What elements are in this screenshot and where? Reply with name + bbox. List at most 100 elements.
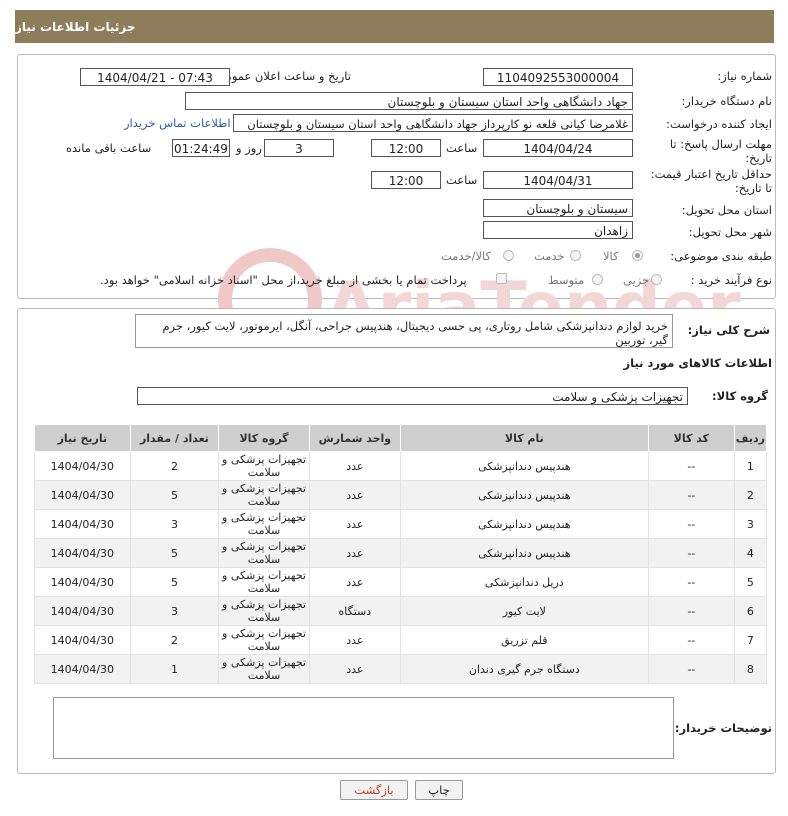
table-row: 1 -- هندپیس دندانپزشکی عدد تجهیزات پزشکی و س… bbox=[34, 451, 768, 481]
row-code: -- bbox=[647, 567, 735, 597]
table-row: 6 -- لایت کیور دستگاه تجهیزات پزشکی و سلامت 3… bbox=[34, 596, 768, 626]
process-radio-minor[interactable] bbox=[651, 274, 662, 285]
page-title: جزئیات اطلاعات نیاز bbox=[15, 19, 136, 34]
category-radio-goods-service[interactable] bbox=[503, 250, 514, 261]
row-group: تجهیزات پزشکی و سلامت bbox=[218, 538, 310, 568]
row-qty: 5 bbox=[129, 567, 220, 597]
row-group: تجهیزات پزشکی و سلامت bbox=[218, 451, 310, 481]
announce-field: 1404/04/21 - 07:43 bbox=[80, 68, 230, 86]
table-row: 7 -- قلم تزریق عدد تجهیزات پزشکی و سلامت 2 140… bbox=[34, 625, 768, 655]
table-row: 4 -- هندپیس دندانپزشکی عدد تجهیزات پزشکی و س… bbox=[34, 538, 768, 568]
row-unit: عدد bbox=[308, 480, 401, 510]
creator-label: ایجاد کننده درخواست: bbox=[666, 117, 772, 131]
row-qty: 5 bbox=[129, 480, 220, 510]
row-name: هندپیس دندانپزشکی bbox=[399, 451, 649, 481]
row-date: 1404/04/30 bbox=[34, 654, 131, 684]
row-idx: 4 bbox=[733, 538, 768, 568]
row-name: هندپیس دندانپزشکی bbox=[399, 538, 649, 568]
col-date: تاریخ نیاز bbox=[34, 424, 131, 452]
row-idx: 5 bbox=[733, 567, 768, 597]
creator-field: غلامرضا کیانی قلعه نو کارپرداز جهاد دانش… bbox=[233, 114, 633, 132]
process-label: نوع فرآیند خرید : bbox=[690, 273, 772, 287]
category-radio-service[interactable] bbox=[570, 250, 581, 261]
back-button[interactable]: بازگشت bbox=[340, 780, 408, 800]
row-idx: 3 bbox=[733, 509, 768, 539]
row-date: 1404/04/30 bbox=[34, 480, 131, 510]
category-radio-goods[interactable] bbox=[632, 250, 643, 261]
min-price-label: حداقل تاریخ اعتبار قیمت: bbox=[650, 167, 772, 181]
row-idx: 7 bbox=[733, 625, 768, 655]
row-code: -- bbox=[647, 625, 735, 655]
row-idx: 6 bbox=[733, 596, 768, 626]
process-radio-medium[interactable] bbox=[592, 274, 603, 285]
print-button[interactable]: چاپ bbox=[415, 780, 463, 800]
col-name: نام کالا bbox=[399, 424, 649, 452]
col-unit: واحد شمارش bbox=[308, 424, 401, 452]
payment-checkbox[interactable] bbox=[496, 273, 507, 284]
row-unit: عدد bbox=[308, 625, 401, 655]
row-qty: 2 bbox=[129, 451, 220, 481]
row-group: تجهیزات پزشکی و سلامت bbox=[218, 654, 310, 684]
buyer-notes-field[interactable] bbox=[53, 697, 674, 759]
deadline-time-field: 12:00 bbox=[371, 139, 441, 157]
process-option-medium: متوسط bbox=[548, 273, 585, 287]
row-qty: 2 bbox=[129, 625, 220, 655]
goods-group-field: تجهیزات پزشکی و سلامت bbox=[137, 387, 688, 405]
row-date: 1404/04/30 bbox=[34, 567, 131, 597]
contact-buyer-link[interactable]: اطلاعات تماس خریدار bbox=[124, 116, 231, 130]
description-field: خرید لوازم دندانپزشکی شامل روتاری، پی حس… bbox=[135, 314, 673, 348]
row-unit: عدد bbox=[308, 509, 401, 539]
deadline-date-field: 1404/04/24 bbox=[483, 139, 633, 157]
row-code: -- bbox=[647, 596, 735, 626]
goods-table: ردیف کد کالا نام کالا واحد شمارش گروه کا… bbox=[34, 424, 768, 684]
row-qty: 3 bbox=[129, 596, 220, 626]
category-option-goods-service: کالا/خدمت bbox=[441, 249, 492, 263]
row-date: 1404/04/30 bbox=[34, 509, 131, 539]
buyer-org-label: نام دستگاه خریدار: bbox=[681, 94, 772, 108]
row-date: 1404/04/30 bbox=[34, 625, 131, 655]
announce-label: تاریخ و ساعت اعلان عمومی: bbox=[212, 69, 351, 83]
row-unit: دستگاه bbox=[308, 596, 401, 626]
row-group: تجهیزات پزشکی و سلامت bbox=[218, 567, 310, 597]
min-price-time-label: ساعت bbox=[446, 173, 478, 187]
province-label: استان محل تحویل: bbox=[681, 203, 772, 217]
row-code: -- bbox=[647, 538, 735, 568]
table-row: 2 -- هندپیس دندانپزشکی عدد تجهیزات پزشکی و س… bbox=[34, 480, 768, 510]
table-row: 3 -- هندپیس دندانپزشکی عدد تجهیزات پزشکی و س… bbox=[34, 509, 768, 539]
need-number-label: شماره نیاز: bbox=[717, 69, 772, 83]
buyer-notes-label: توضیحات خریدار: bbox=[674, 721, 772, 735]
row-code: -- bbox=[647, 480, 735, 510]
table-row: 8 -- دستگاه جرم گیری دندان عدد تجهیزات پزشکی… bbox=[34, 654, 768, 684]
min-price-time-field: 12:00 bbox=[371, 171, 441, 189]
col-code: کد کالا bbox=[647, 424, 735, 452]
province-field: سیستان و بلوچستان bbox=[483, 199, 633, 217]
row-unit: عدد bbox=[308, 567, 401, 597]
row-group: تجهیزات پزشکی و سلامت bbox=[218, 596, 310, 626]
row-idx: 8 bbox=[733, 654, 768, 684]
city-field: زاهدان bbox=[483, 221, 633, 239]
row-name: دریل دندانپزشکی bbox=[399, 567, 649, 597]
row-unit: عدد bbox=[308, 654, 401, 684]
deadline-label-date: تاریخ: bbox=[745, 151, 772, 165]
days-field: 3 bbox=[264, 139, 334, 157]
row-date: 1404/04/30 bbox=[34, 538, 131, 568]
remaining-time-field: 01:24:49 bbox=[172, 139, 230, 157]
row-name: هندپیس دندانپزشکی bbox=[399, 509, 649, 539]
category-option-goods: کالا bbox=[603, 249, 619, 263]
goods-group-label: گروه کالا: bbox=[712, 389, 768, 403]
deadline-label: مهلت ارسال پاسخ: تا bbox=[669, 137, 772, 151]
row-group: تجهیزات پزشکی و سلامت bbox=[218, 480, 310, 510]
col-idx: ردیف bbox=[733, 424, 768, 452]
row-code: -- bbox=[647, 509, 735, 539]
row-idx: 2 bbox=[733, 480, 768, 510]
row-idx: 1 bbox=[733, 451, 768, 481]
col-group: گروه کالا bbox=[218, 424, 310, 452]
buyer-org-field: جهاد دانشگاهی واحد استان سیستان و بلوچست… bbox=[185, 92, 633, 110]
goods-table-body: 1 -- هندپیس دندانپزشکی عدد تجهیزات پزشکی و س… bbox=[34, 451, 768, 684]
row-name: لایت کیور bbox=[399, 596, 649, 626]
min-price-date-field: 1404/04/31 bbox=[483, 171, 633, 189]
payment-note: پرداخت تمام یا بخشی از مبلغ خرید،از محل … bbox=[100, 273, 467, 287]
row-unit: عدد bbox=[308, 538, 401, 568]
city-label: شهر محل تحویل: bbox=[688, 225, 772, 239]
row-date: 1404/04/30 bbox=[34, 451, 131, 481]
